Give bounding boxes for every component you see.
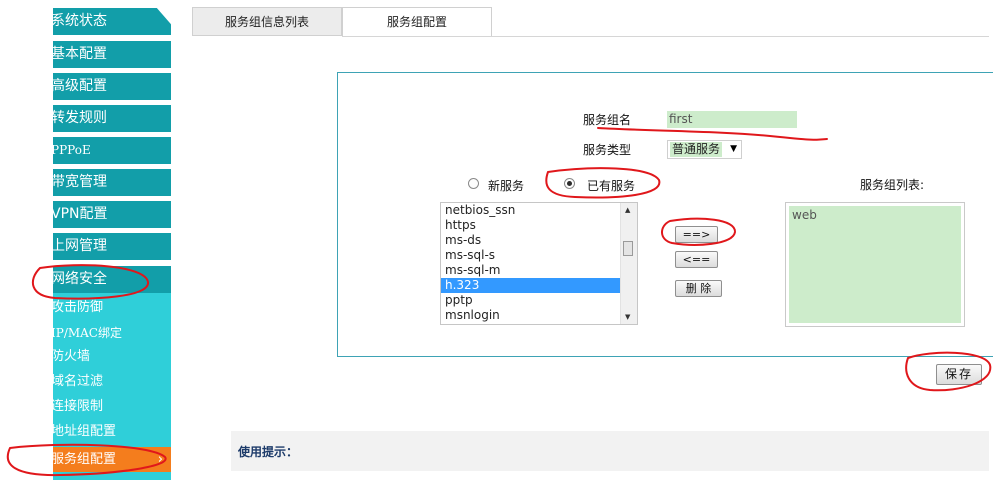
submenu-item-label: IP/MAC绑定 xyxy=(53,326,122,340)
tab-divider xyxy=(342,36,989,37)
scroll-down-icon[interactable]: ▼ xyxy=(625,313,630,321)
usage-tips-label: 使用提示： xyxy=(238,445,299,459)
submenu-item-connection-limit[interactable]: 连接限制 xyxy=(53,396,171,418)
submenu-item-label: 域名过滤 xyxy=(53,374,104,389)
list-item[interactable]: netbios_ssn xyxy=(441,203,637,218)
submenu-item-address-group[interactable]: 地址组配置 xyxy=(53,421,171,443)
list-item[interactable]: pptp xyxy=(441,293,637,308)
service-group-members-list[interactable]: web xyxy=(785,202,965,327)
group-list-body: web xyxy=(789,206,961,323)
submenu-item-label: 攻击防御 xyxy=(53,300,104,315)
new-service-label: 新服务 xyxy=(488,179,525,193)
service-group-form: 服务组名 服务类型 普通服务 ▼ 新服务 已有服务 服务组列表: netbios… xyxy=(337,72,993,357)
remove-service-button[interactable]: <== xyxy=(675,251,718,268)
service-group-name-input[interactable] xyxy=(667,111,797,128)
submenu-item-label: 连接限制 xyxy=(53,399,104,414)
sidebar-item-label: 高级配置 xyxy=(53,78,107,94)
tab-bar: 服务组信息列表 服务组配置 xyxy=(192,7,989,37)
sidebar-item-label: VPN配置 xyxy=(53,206,108,222)
delete-button[interactable]: 删 除 xyxy=(675,280,722,297)
sidebar: 系统状态 基本配置 高级配置 转发规则 PPPoE 带宽管理 VPN配置 上网管… xyxy=(0,0,172,480)
sidebar-item-basic-config[interactable]: 基本配置 xyxy=(53,41,171,68)
sidebar-item-label: PPPoE xyxy=(53,143,91,157)
sidebar-item-bandwidth[interactable]: 带宽管理 xyxy=(53,169,171,196)
list-item[interactable]: ms-sql-s xyxy=(441,248,637,263)
sidebar-item-label: 基本配置 xyxy=(53,46,107,62)
sidebar-item-label: 带宽管理 xyxy=(53,174,107,190)
submenu-item-ip-mac-binding[interactable]: IP/MAC绑定 xyxy=(53,322,171,344)
submenu-item-label: 地址组配置 xyxy=(53,424,117,439)
sidebar-item-forwarding-rules[interactable]: 转发规则 xyxy=(53,105,171,132)
sidebar-item-internet-management[interactable]: 上网管理 xyxy=(53,233,171,260)
scrollbar-thumb[interactable] xyxy=(623,241,633,256)
list-item-selected[interactable]: h.323 xyxy=(441,278,637,293)
tab-service-group-list[interactable]: 服务组信息列表 xyxy=(192,7,342,36)
list-item[interactable]: ms-sql-m xyxy=(441,263,637,278)
existing-service-label: 已有服务 xyxy=(587,179,636,193)
sidebar-item-label: 转发规则 xyxy=(53,110,107,126)
sidebar-item-label: 上网管理 xyxy=(53,238,107,254)
submenu-item-firewall[interactable]: 防火墙 xyxy=(53,346,171,368)
service-group-name-label: 服务组名 xyxy=(583,113,632,127)
tab-service-group-config[interactable]: 服务组配置 xyxy=(342,7,492,37)
sidebar-item-pppoe[interactable]: PPPoE xyxy=(53,137,171,164)
existing-service-radio[interactable] xyxy=(564,178,575,189)
new-service-radio[interactable] xyxy=(468,178,479,189)
sidebar-item-system-status[interactable]: 系统状态 xyxy=(53,8,171,35)
list-scrollbar[interactable]: ▲ ▼ xyxy=(620,203,637,324)
save-button[interactable]: 保存 xyxy=(936,364,982,385)
list-item[interactable]: https xyxy=(441,218,637,233)
list-item[interactable]: ms-ds xyxy=(441,233,637,248)
submenu-item-label: 服务组配置 xyxy=(53,452,117,467)
submenu-item-label: 防火墙 xyxy=(53,349,91,364)
caret-down-icon: ▼ xyxy=(730,144,737,154)
available-services-list[interactable]: netbios_ssn https ms-ds ms-sql-s ms-sql-… xyxy=(440,202,638,325)
service-type-label: 服务类型 xyxy=(583,143,632,157)
sidebar-item-network-security[interactable]: 网络安全 xyxy=(53,266,171,293)
service-type-select[interactable]: 普通服务 ▼ xyxy=(667,140,742,159)
sidebar-item-label: 网络安全 xyxy=(53,271,107,287)
add-service-button[interactable]: ==> xyxy=(675,226,718,243)
sidebar-item-vpn-config[interactable]: VPN配置 xyxy=(53,201,171,228)
sidebar-item-advanced-config[interactable]: 高级配置 xyxy=(53,73,171,100)
submenu-item-attack-defense[interactable]: 攻击防御 xyxy=(53,297,171,319)
chevron-right-icon: › xyxy=(157,452,163,467)
list-item[interactable]: web xyxy=(789,206,961,224)
sidebar-item-label: 系统状态 xyxy=(53,13,107,29)
service-type-value: 普通服务 xyxy=(670,142,723,157)
submenu-item-service-group[interactable]: 服务组配置 › xyxy=(53,447,171,472)
submenu-item-domain-filter[interactable]: 域名过滤 xyxy=(53,371,171,393)
scroll-up-icon[interactable]: ▲ xyxy=(625,206,630,214)
list-item[interactable]: msnlogin xyxy=(441,308,637,323)
usage-tips: 使用提示： xyxy=(231,431,989,471)
service-group-list-label: 服务组列表: xyxy=(860,178,925,192)
